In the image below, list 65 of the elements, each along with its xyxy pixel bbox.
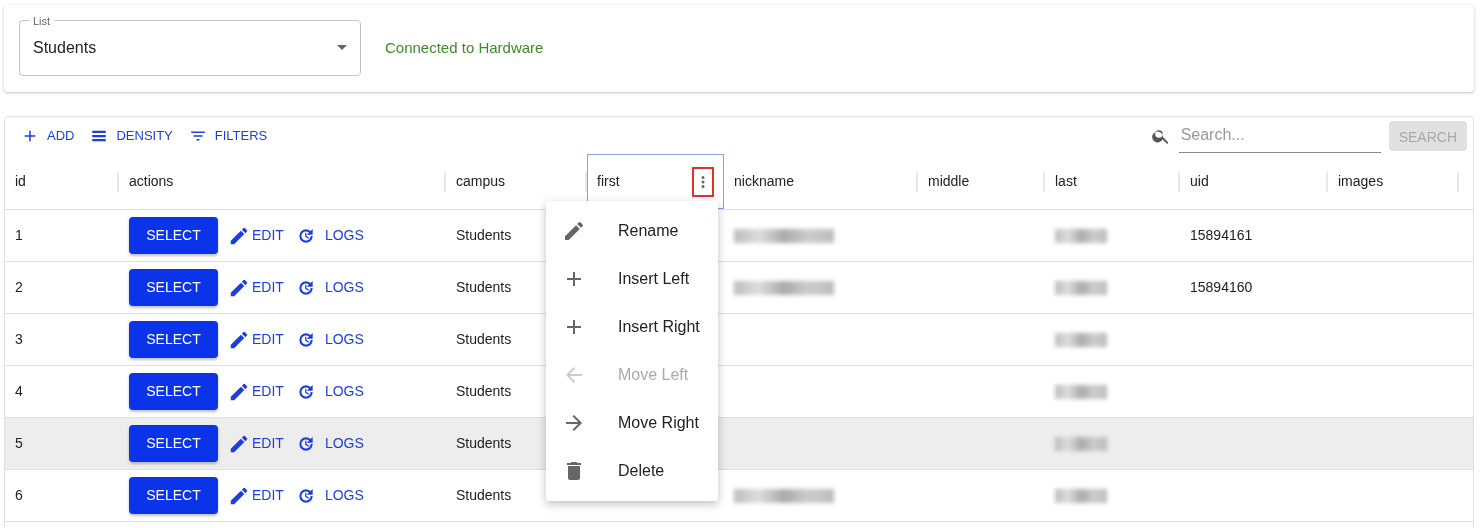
select-button[interactable]: SELECT bbox=[129, 269, 218, 306]
selected-value: Students bbox=[33, 37, 97, 58]
menu-item[interactable]: Rename bbox=[546, 207, 718, 255]
table-cell-text: 4 bbox=[15, 382, 23, 401]
column-header[interactable]: id bbox=[5, 154, 119, 209]
column-header[interactable]: middle bbox=[918, 154, 1045, 209]
table-cell-text: 3 bbox=[15, 330, 23, 349]
menu-item[interactable]: Delete bbox=[546, 447, 718, 495]
select-button[interactable]: SELECT bbox=[129, 425, 218, 462]
select-button[interactable]: SELECT bbox=[129, 477, 218, 514]
menu-item[interactable]: Insert Left bbox=[546, 255, 718, 303]
table-cell-text: Students bbox=[456, 278, 512, 297]
table-cell-text: 1 bbox=[15, 226, 23, 245]
add-button[interactable]: ADD bbox=[15, 121, 81, 150]
pencil-icon bbox=[562, 219, 586, 243]
edit-link[interactable]: EDIT bbox=[228, 276, 284, 299]
column-header[interactable]: first bbox=[587, 154, 724, 209]
menu-item[interactable]: Move Right bbox=[546, 399, 718, 447]
edit-link[interactable]: EDIT bbox=[228, 432, 284, 455]
filters-button[interactable]: FILTERS bbox=[182, 121, 274, 150]
menu-item[interactable]: Insert Right bbox=[546, 303, 718, 351]
table-cell-text: 2 bbox=[15, 278, 23, 297]
density-button[interactable]: DENSITY bbox=[84, 121, 179, 150]
edit-link[interactable]: EDIT bbox=[228, 380, 284, 403]
logs-link[interactable]: LOGS bbox=[295, 433, 364, 454]
edit-link[interactable]: EDIT bbox=[228, 224, 284, 247]
column-header[interactable]: last bbox=[1045, 154, 1180, 209]
edit-link[interactable]: EDIT bbox=[228, 484, 284, 507]
table-cell-text: Students bbox=[456, 382, 512, 401]
column-label: last bbox=[1055, 172, 1077, 191]
column-label: nickname bbox=[734, 172, 794, 191]
logs-link[interactable]: LOGS bbox=[295, 329, 364, 350]
column-label: images bbox=[1338, 172, 1384, 191]
search-field[interactable]: Search... bbox=[1178, 118, 1381, 153]
column-label: uid bbox=[1190, 172, 1209, 191]
column-label: first bbox=[597, 172, 620, 191]
logs-link[interactable]: LOGS bbox=[295, 381, 364, 402]
table-cell-text: 5 bbox=[15, 434, 23, 453]
edit-link[interactable]: EDIT bbox=[228, 328, 284, 351]
column-header[interactable]: nickname bbox=[724, 154, 918, 209]
column-label: campus bbox=[456, 172, 506, 191]
table-cell-text: Students bbox=[456, 434, 512, 453]
logs-link[interactable]: LOGS bbox=[295, 225, 364, 246]
table-cell-text: 6 bbox=[15, 486, 23, 505]
column-header[interactable]: images bbox=[1328, 154, 1459, 209]
table-cell-text: Students bbox=[456, 330, 512, 349]
table-cell-text: 15894160 bbox=[1190, 278, 1253, 297]
column-header[interactable]: uid bbox=[1180, 154, 1328, 209]
caret-icon bbox=[337, 45, 347, 50]
select-button[interactable]: SELECT bbox=[129, 373, 218, 410]
select-button[interactable]: SELECT bbox=[129, 217, 218, 254]
connection-status: Connected to Hardware bbox=[385, 38, 544, 59]
column-label: middle bbox=[928, 172, 970, 191]
column-header[interactable]: actions bbox=[119, 154, 446, 209]
column-header[interactable]: campus bbox=[446, 154, 587, 209]
more-icon bbox=[701, 175, 705, 188]
table-cell-text: Students bbox=[456, 486, 512, 505]
select-button[interactable]: SELECT bbox=[129, 321, 218, 358]
table-cell-text: Students bbox=[456, 226, 512, 245]
column-label: id bbox=[15, 172, 26, 191]
logs-link[interactable]: LOGS bbox=[295, 277, 364, 298]
column-menu-button[interactable] bbox=[692, 166, 714, 197]
logs-link[interactable]: LOGS bbox=[295, 485, 364, 506]
table-cell-text: 15894161 bbox=[1190, 226, 1253, 245]
column-label: actions bbox=[129, 172, 174, 191]
